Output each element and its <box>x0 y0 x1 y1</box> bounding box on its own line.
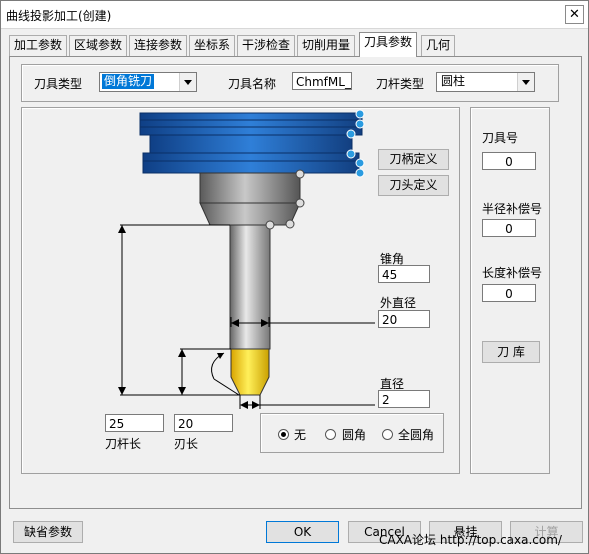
tab-cutting-amount[interactable]: 切削用量 <box>297 35 356 56</box>
cone-angle-field[interactable]: 45 <box>378 265 430 283</box>
tab-machining-params[interactable]: 加工参数 <box>9 35 68 56</box>
tab-coordinate-system[interactable]: 坐标系 <box>189 35 236 56</box>
tool-blade-graphic <box>230 348 270 396</box>
tool-shank-graphic <box>229 224 271 350</box>
close-icon[interactable]: ✕ <box>565 5 584 24</box>
tab-interference-check[interactable]: 干涉检查 <box>237 35 296 56</box>
tab-region-params[interactable]: 区域参数 <box>69 35 128 56</box>
tool-collet-graphic <box>199 172 301 226</box>
blade-length-field[interactable]: 20 <box>174 414 233 432</box>
ok-button[interactable]: OK <box>266 521 339 543</box>
tool-number-label: 刀具号 <box>482 131 519 145</box>
define-holder-button[interactable]: 刀柄定义 <box>378 149 449 170</box>
tool-library-button[interactable]: 刀 库 <box>482 341 540 363</box>
corner-none-radio[interactable] <box>278 429 289 440</box>
radius-comp-field[interactable]: 0 <box>482 219 536 237</box>
tool-params-panel: 刀具类型 倒角铣刀 刀具名称 ChmfML_0 刀杆类型 圆柱 <box>9 56 582 509</box>
corner-round-radio[interactable] <box>325 429 336 440</box>
defaults-button[interactable]: 缺省参数 <box>13 521 83 543</box>
radius-comp-label: 半径补偿号 <box>482 202 543 216</box>
shank-length-label: 刀杆长 <box>105 437 142 451</box>
corner-none-label: 无 <box>294 428 307 442</box>
shank-length-field[interactable]: 25 <box>105 414 164 432</box>
corner-full-round-radio[interactable] <box>382 429 393 440</box>
corner-full-round-label: 全圆角 <box>398 428 435 442</box>
dialog-window: 曲线投影加工(创建) ✕ 加工参数 区域参数 连接参数 坐标系 干涉检查 切削用… <box>0 0 589 554</box>
outer-diameter-label: 外直径 <box>380 296 417 310</box>
tab-geometry[interactable]: 几何 <box>421 35 456 56</box>
length-comp-field[interactable]: 0 <box>482 284 536 302</box>
diameter-field[interactable]: 2 <box>378 390 430 408</box>
watermark-text: CAXA论坛 http://top.caxa.com/ <box>379 533 562 547</box>
length-comp-label: 长度补偿号 <box>482 266 543 280</box>
outer-diameter-field[interactable]: 20 <box>378 310 430 328</box>
tool-number-field[interactable]: 0 <box>482 152 536 170</box>
corner-round-label: 圆角 <box>342 428 367 442</box>
title-bar: 曲线投影加工(创建) ✕ <box>1 1 588 29</box>
window-title: 曲线投影加工(创建) <box>6 9 112 23</box>
blade-length-label: 刃长 <box>174 437 199 451</box>
define-head-button[interactable]: 刀头定义 <box>378 175 449 196</box>
tool-holder-graphic <box>139 112 363 174</box>
tab-connection-params[interactable]: 连接参数 <box>129 35 188 56</box>
tab-tool-params[interactable]: 刀具参数 <box>359 32 418 57</box>
